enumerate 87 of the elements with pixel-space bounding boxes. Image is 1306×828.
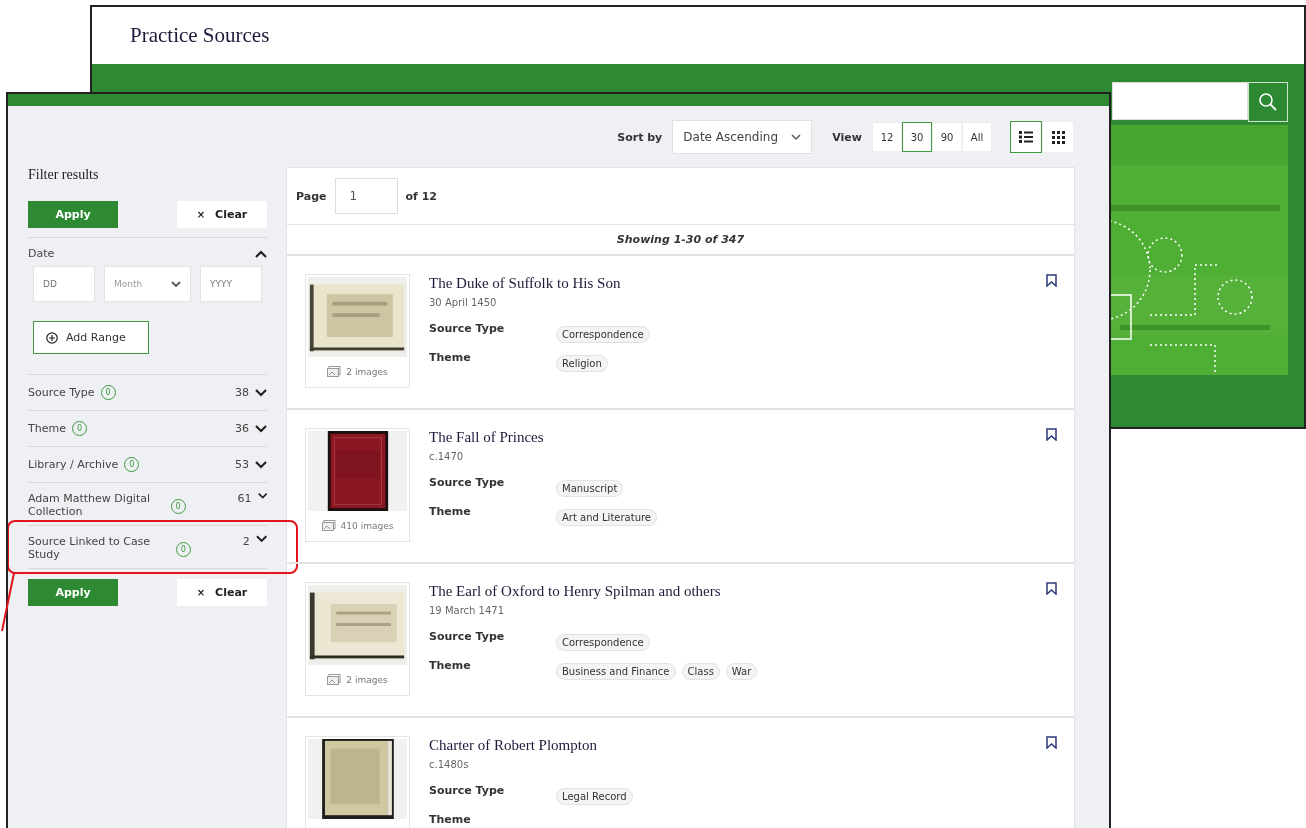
page-size-option[interactable]: 30: [902, 122, 932, 152]
field-label: Theme: [429, 505, 472, 520]
tag[interactable]: Legal Record: [556, 788, 633, 805]
result-date: 30 April 1450: [429, 297, 497, 308]
sort-label: Sort by: [617, 130, 663, 144]
result-date: c.1480s: [429, 759, 469, 770]
facet-count: 38: [235, 386, 249, 399]
image-count: 2 images: [346, 674, 388, 685]
bookmark-icon[interactable]: [1046, 582, 1057, 595]
tag[interactable]: Art and Literature: [556, 509, 657, 526]
window-title: Practice Sources: [130, 23, 270, 48]
facet-row[interactable]: Library / Archive 0 53: [28, 446, 267, 482]
field-label: Theme: [429, 813, 472, 826]
result-title[interactable]: Charter of Robert Plompton: [429, 737, 597, 754]
images-icon: [321, 520, 336, 531]
chevron-down-icon[interactable]: [255, 535, 267, 543]
field-label: Theme: [429, 351, 472, 366]
leader-line: [0, 572, 16, 632]
result-title[interactable]: The Earl of Oxford to Henry Spilman and others: [429, 583, 721, 600]
page-size-option[interactable]: All: [962, 122, 992, 152]
facet-count: 36: [235, 422, 249, 435]
thumbnail-frame[interactable]: 2 images: [305, 274, 410, 388]
image-count: 410 images: [340, 520, 394, 531]
year-field[interactable]: YYYY: [200, 266, 262, 302]
plus-circle-icon: [46, 331, 58, 344]
search-field[interactable]: [1112, 82, 1248, 120]
page-size-option[interactable]: 12: [872, 122, 902, 152]
add-range-button[interactable]: Add Range: [33, 321, 149, 354]
bookmark-icon[interactable]: [1046, 428, 1057, 441]
clear-button[interactable]: × Clear: [177, 201, 267, 228]
chevron-down-icon: [171, 281, 181, 287]
result-title[interactable]: The Duke of Suffolk to His Son: [429, 275, 621, 292]
page-label: Page: [296, 189, 327, 203]
chevron-down-icon[interactable]: [255, 388, 267, 397]
thumbnail-frame[interactable]: 2 images: [305, 582, 410, 696]
clear-button[interactable]: × Clear: [177, 579, 267, 606]
facet-row[interactable]: Source Linked to Case Study 0 2: [28, 525, 267, 568]
chevron-up-icon[interactable]: [255, 249, 267, 258]
tag[interactable]: Manuscript: [556, 480, 624, 497]
facet-count: 61: [237, 492, 252, 505]
facet-count: 53: [235, 458, 249, 471]
date-label: Date: [28, 247, 55, 260]
images-icon: [327, 674, 342, 685]
field-label: Theme: [429, 659, 472, 674]
tag[interactable]: Class: [681, 663, 720, 680]
page-total: of 12: [405, 189, 437, 203]
chevron-down-icon: [791, 134, 802, 140]
search-icon: [1258, 92, 1278, 112]
result-date: c.1470: [429, 451, 464, 462]
apply-button[interactable]: Apply: [28, 579, 118, 606]
thumbnail-frame[interactable]: [305, 736, 410, 828]
image-count: 2 images: [346, 366, 388, 377]
tag[interactable]: Religion: [556, 355, 608, 372]
chevron-down-icon[interactable]: [255, 460, 267, 469]
filter-heading: Filter results: [28, 167, 100, 183]
field-label: Source Type: [429, 322, 506, 337]
tag[interactable]: Correspondence: [556, 326, 650, 343]
facet-row[interactable]: Source Type 0 38: [28, 374, 267, 410]
sort-dropdown[interactable]: Date Ascending: [672, 120, 813, 154]
tag[interactable]: Business and Finance: [556, 663, 676, 680]
tag[interactable]: Correspondence: [556, 634, 650, 651]
images-icon: [327, 366, 342, 377]
facet-row[interactable]: Theme 0 36: [28, 410, 267, 446]
day-field[interactable]: DD: [33, 266, 95, 302]
result-title[interactable]: The Fall of Princes: [429, 429, 544, 446]
results-count: Showing 1-30 of 347: [287, 225, 1074, 256]
field-label: Source Type: [429, 784, 506, 799]
grid-view-button[interactable]: [1042, 121, 1074, 153]
facet-count: 2: [242, 535, 250, 548]
list-view-button[interactable]: [1010, 121, 1042, 153]
result-date: 19 March 1471: [429, 605, 504, 616]
page-size-option[interactable]: 90: [932, 122, 962, 152]
search-button[interactable]: [1248, 82, 1288, 122]
chevron-down-icon[interactable]: [257, 492, 267, 500]
view-label: View: [832, 130, 862, 144]
field-label: Source Type: [429, 630, 506, 645]
bookmark-icon[interactable]: [1046, 274, 1057, 287]
bookmark-icon[interactable]: [1046, 736, 1057, 749]
page-number-field[interactable]: 1: [334, 178, 398, 214]
chevron-down-icon[interactable]: [255, 424, 267, 433]
apply-button[interactable]: Apply: [28, 201, 118, 228]
facet-row[interactable]: Adam Matthew Digital Collection 0 61: [28, 482, 267, 525]
tag[interactable]: War: [725, 663, 758, 680]
thumbnail-frame[interactable]: 410 images: [305, 428, 410, 542]
grid-view-icon: [1051, 130, 1065, 144]
list-view-icon: [1019, 131, 1033, 143]
field-label: Source Type: [429, 476, 506, 491]
